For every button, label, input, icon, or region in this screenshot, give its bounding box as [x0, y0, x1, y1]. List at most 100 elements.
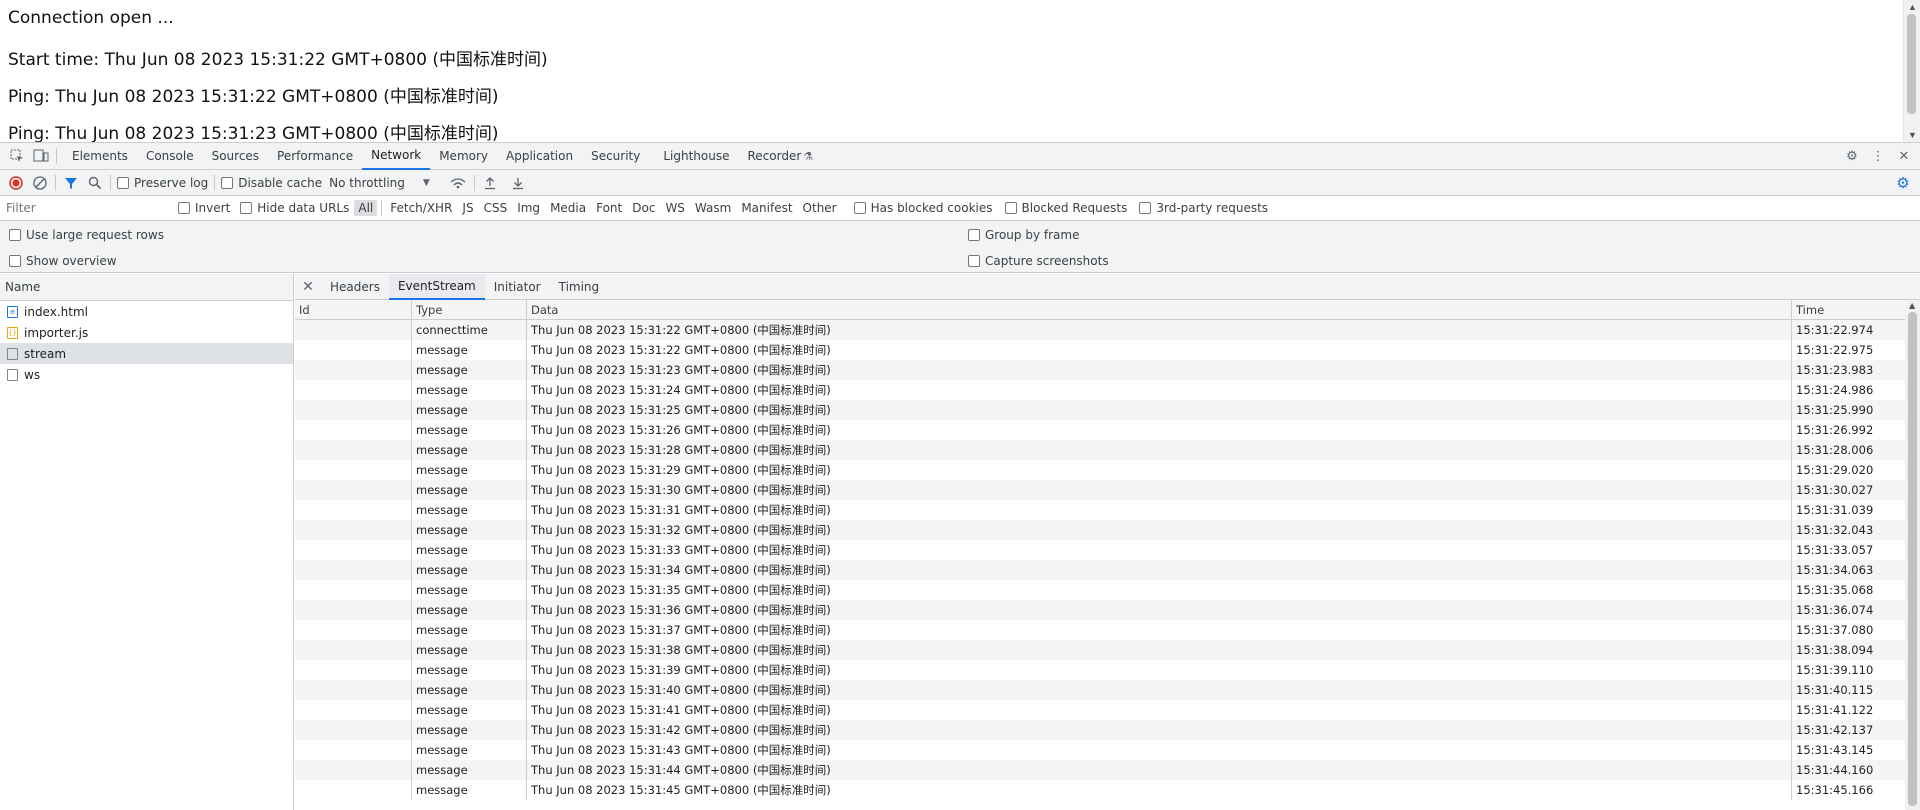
preserve-log-checkbox[interactable]: Preserve log — [117, 176, 208, 190]
table-row[interactable]: message Thu Jun 08 2023 15:31:30 GMT+0800… — [295, 480, 1905, 500]
checkbox-box[interactable] — [1004, 202, 1017, 214]
tab-application[interactable]: Application — [497, 143, 582, 170]
record-icon[interactable] — [7, 175, 25, 190]
export-har-icon[interactable] — [509, 176, 527, 190]
table-row[interactable]: message Thu Jun 08 2023 15:31:37 GMT+0800… — [295, 620, 1905, 640]
large-rows-checkbox[interactable]: Use large request rows — [9, 228, 164, 242]
table-row[interactable]: message Thu Jun 08 2023 15:31:44 GMT+0800… — [295, 760, 1905, 780]
tab-recorder[interactable]: Recorder — [739, 143, 804, 170]
filter-type-css[interactable]: CSS — [480, 200, 512, 216]
column-header-data[interactable]: Data — [527, 300, 1792, 319]
show-overview-checkbox[interactable]: Show overview — [9, 254, 117, 268]
table-row[interactable]: message Thu Jun 08 2023 15:31:22 GMT+0800… — [295, 340, 1905, 360]
table-row[interactable]: message Thu Jun 08 2023 15:31:23 GMT+0800… — [295, 360, 1905, 380]
request-list-header[interactable]: Name — [0, 274, 293, 301]
checkbox-box[interactable] — [117, 176, 129, 189]
table-row[interactable]: connecttime Thu Jun 08 2023 15:31:22 GMT+… — [295, 320, 1905, 340]
capture-screenshots-checkbox[interactable]: Capture screenshots — [968, 254, 1109, 268]
table-row[interactable]: message Thu Jun 08 2023 15:31:28 GMT+0800… — [295, 440, 1905, 460]
filter-type-wasm[interactable]: Wasm — [691, 200, 735, 216]
group-by-frame-checkbox[interactable]: Group by frame — [968, 228, 1079, 242]
has-blocked-cookies-checkbox[interactable]: Has blocked cookies — [853, 201, 993, 215]
table-row[interactable]: message Thu Jun 08 2023 15:31:41 GMT+0800… — [295, 700, 1905, 720]
filter-type-doc[interactable]: Doc — [628, 200, 659, 216]
filter-type-font[interactable]: Font — [592, 200, 626, 216]
table-row[interactable]: message Thu Jun 08 2023 15:31:38 GMT+0800… — [295, 640, 1905, 660]
request-item-stream[interactable]: stream — [0, 343, 293, 364]
checkbox-box[interactable] — [968, 229, 980, 241]
search-icon[interactable] — [86, 176, 104, 190]
tab-security[interactable]: Security — [582, 143, 649, 170]
blocked-requests-checkbox[interactable]: Blocked Requests — [1004, 201, 1127, 215]
hide-data-urls-checkbox[interactable]: Hide data URLs — [240, 201, 349, 215]
column-header-type[interactable]: Type — [412, 300, 527, 319]
import-har-icon[interactable] — [481, 176, 499, 190]
filter-type-img[interactable]: Img — [513, 200, 544, 216]
filter-type-ws[interactable]: WS — [661, 200, 688, 216]
filter-type-fetch-xhr[interactable]: Fetch/XHR — [386, 200, 456, 216]
clear-icon[interactable] — [31, 175, 49, 190]
close-icon[interactable]: ✕ — [1893, 149, 1915, 164]
filter-icon[interactable] — [62, 176, 80, 190]
table-row[interactable]: message Thu Jun 08 2023 15:31:36 GMT+0800… — [295, 600, 1905, 620]
table-row[interactable]: message Thu Jun 08 2023 15:31:33 GMT+0800… — [295, 540, 1905, 560]
tab-sources[interactable]: Sources — [203, 143, 268, 170]
scroll-up-icon[interactable]: ▲ — [1908, 2, 1917, 12]
table-row[interactable]: message Thu Jun 08 2023 15:31:25 GMT+0800… — [295, 400, 1905, 420]
checkbox-box[interactable] — [9, 255, 21, 267]
checkbox-box[interactable] — [178, 202, 190, 214]
filter-type-other[interactable]: Other — [799, 200, 841, 216]
scroll-thumb[interactable] — [1907, 14, 1916, 114]
close-detail-icon[interactable]: ✕ — [295, 279, 321, 295]
table-scrollbar[interactable]: ▲ — [1905, 300, 1920, 810]
third-party-requests-checkbox[interactable]: 3rd-party requests — [1139, 201, 1268, 215]
checkbox-box[interactable] — [1139, 202, 1152, 214]
filter-type-js[interactable]: JS — [458, 200, 477, 216]
table-row[interactable]: message Thu Jun 08 2023 15:31:34 GMT+0800… — [295, 560, 1905, 580]
tab-timing[interactable]: Timing — [550, 274, 609, 300]
page-scrollbar[interactable]: ▲ ▼ — [1903, 0, 1920, 142]
checkbox-box[interactable] — [9, 229, 21, 241]
tab-eventstream[interactable]: EventStream — [388, 273, 485, 300]
invert-checkbox[interactable]: Invert — [178, 201, 230, 215]
table-row[interactable]: message Thu Jun 08 2023 15:31:29 GMT+0800… — [295, 460, 1905, 480]
more-options-icon[interactable]: ⋮ — [1867, 149, 1889, 164]
checkbox-box[interactable] — [240, 202, 253, 214]
table-row[interactable]: message Thu Jun 08 2023 15:31:43 GMT+0800… — [295, 740, 1905, 760]
table-row[interactable]: message Thu Jun 08 2023 15:31:35 GMT+0800… — [295, 580, 1905, 600]
request-item-importer-js[interactable]: {} importer.js — [0, 322, 293, 343]
table-row[interactable]: message Thu Jun 08 2023 15:31:42 GMT+0800… — [295, 720, 1905, 740]
checkbox-box[interactable] — [968, 255, 980, 267]
table-row[interactable]: message Thu Jun 08 2023 15:31:24 GMT+0800… — [295, 380, 1905, 400]
filter-type-media[interactable]: Media — [546, 200, 590, 216]
table-row[interactable]: message Thu Jun 08 2023 15:31:39 GMT+0800… — [295, 660, 1905, 680]
network-settings-gear-icon[interactable]: ⚙ — [1892, 174, 1914, 192]
tab-performance[interactable]: Performance — [268, 143, 362, 170]
request-item-index-html[interactable]: ≡ index.html — [0, 301, 293, 322]
table-row[interactable]: message Thu Jun 08 2023 15:31:32 GMT+0800… — [295, 520, 1905, 540]
table-row[interactable]: message Thu Jun 08 2023 15:31:40 GMT+0800… — [295, 680, 1905, 700]
gear-icon[interactable]: ⚙ — [1841, 149, 1863, 164]
request-item-ws[interactable]: ws — [0, 364, 293, 385]
filter-type-manifest[interactable]: Manifest — [737, 200, 796, 216]
table-row[interactable]: message Thu Jun 08 2023 15:31:31 GMT+0800… — [295, 500, 1905, 520]
tab-memory[interactable]: Memory — [430, 143, 497, 170]
scroll-down-icon[interactable]: ▼ — [1908, 130, 1917, 140]
name-column-header[interactable]: Name — [5, 280, 40, 294]
tab-initiator[interactable]: Initiator — [485, 274, 550, 300]
filter-type-all[interactable]: All — [354, 200, 378, 216]
table-row[interactable]: message Thu Jun 08 2023 15:31:45 GMT+0800… — [295, 780, 1905, 800]
filter-input[interactable] — [0, 198, 165, 218]
column-header-time[interactable]: Time — [1792, 300, 1905, 319]
column-header-id[interactable]: Id — [295, 300, 412, 319]
tab-lighthouse[interactable]: Lighthouse — [649, 143, 738, 170]
throttling-select[interactable]: No throttling ▼ — [329, 176, 430, 190]
checkbox-box[interactable] — [853, 202, 866, 214]
scroll-up-icon[interactable]: ▲ — [1909, 301, 1915, 310]
inspect-element-icon[interactable] — [8, 149, 26, 163]
network-conditions-icon[interactable] — [448, 176, 468, 190]
tab-console[interactable]: Console — [137, 143, 203, 170]
disable-cache-checkbox[interactable]: Disable cache — [221, 176, 322, 190]
tab-network[interactable]: Network — [362, 143, 431, 170]
table-row[interactable]: message Thu Jun 08 2023 15:31:26 GMT+0800… — [295, 420, 1905, 440]
